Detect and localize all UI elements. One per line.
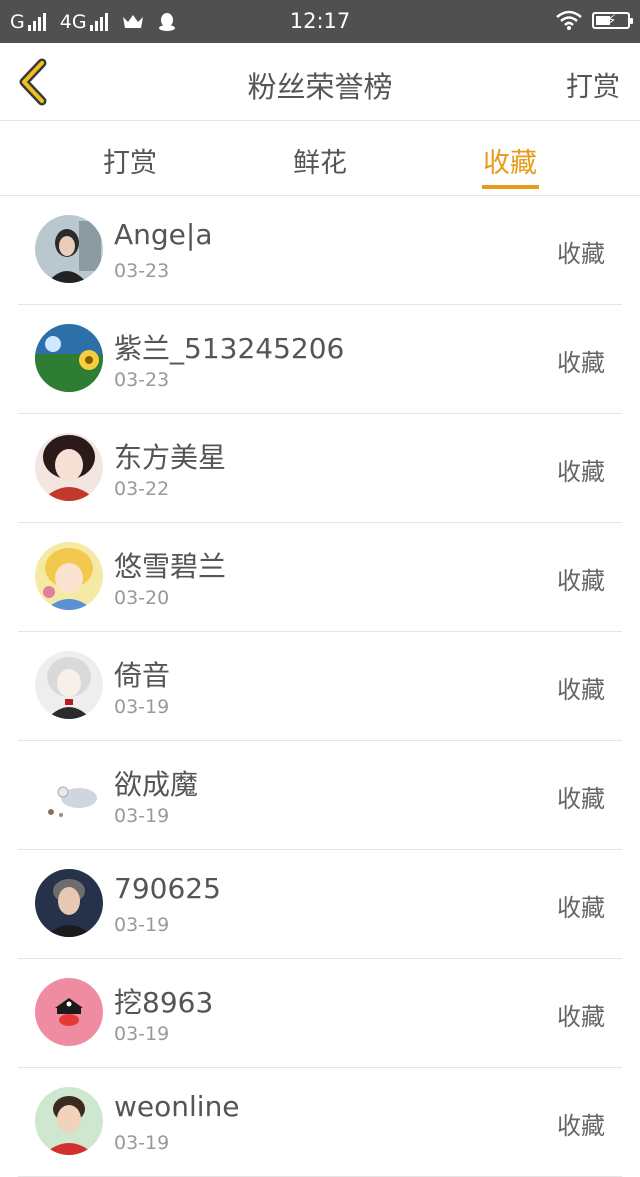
favorite-label: 收藏 xyxy=(557,894,605,922)
fan-name: 挖8963 xyxy=(114,986,214,1019)
favorite-label: 收藏 xyxy=(557,1003,605,1031)
wifi-icon xyxy=(556,10,582,30)
fan-name: Ange|a xyxy=(114,218,213,251)
clock: 12:17 xyxy=(289,9,351,33)
favorite-label: 收藏 xyxy=(557,240,605,268)
fan-date: 03-23 xyxy=(114,369,170,391)
fan-date: 03-19 xyxy=(114,696,170,718)
fan-date: 03-19 xyxy=(114,1132,170,1154)
favorite-label: 收藏 xyxy=(557,349,605,377)
avatar[interactable] xyxy=(35,978,103,1046)
fan-date: 03-20 xyxy=(114,587,170,609)
favorite-label: 收藏 xyxy=(557,567,605,595)
favorite-label: 收藏 xyxy=(557,785,605,813)
page-title: 粉丝荣誉榜 xyxy=(247,70,393,104)
avatar[interactable] xyxy=(35,542,103,610)
tab-favorites[interactable]: 收藏 xyxy=(450,141,570,180)
avatar[interactable] xyxy=(35,324,103,392)
avatar[interactable] xyxy=(35,651,103,719)
fan-name: weonline xyxy=(114,1090,240,1123)
fan-name: 欲成魔 xyxy=(114,768,199,801)
list-item[interactable]: 紫兰_513245206 03-23 收藏 xyxy=(18,305,622,414)
fan-name: 倚音 xyxy=(114,659,171,692)
favorite-label: 收藏 xyxy=(557,676,605,704)
list-item[interactable]: 东方美星 03-22 收藏 xyxy=(18,414,622,523)
list-item[interactable]: 欲成魔 03-19 收藏 xyxy=(18,741,622,850)
favorite-label: 收藏 xyxy=(557,1112,605,1140)
fan-date: 03-19 xyxy=(114,1023,170,1045)
status-right: ⚡ xyxy=(556,10,633,30)
list-item[interactable]: 790625 03-19 收藏 xyxy=(18,850,622,959)
list-item[interactable]: 倚音 03-19 收藏 xyxy=(18,632,622,741)
favorite-label: 收藏 xyxy=(557,458,605,486)
fan-list: Ange|a 03-23 收藏 紫兰_513245206 03-23 收藏 东方… xyxy=(18,196,622,1177)
fan-date: 03-22 xyxy=(114,478,170,500)
fan-name: 790625 xyxy=(114,872,221,905)
tab-bar: 打赏 鲜花 收藏 xyxy=(0,121,640,196)
battery-icon: ⚡ xyxy=(592,11,633,29)
active-tab-indicator xyxy=(482,185,539,189)
list-item[interactable]: 挖8963 03-19 收藏 xyxy=(18,959,622,1068)
tip-button[interactable]: 打赏 xyxy=(566,65,620,104)
list-item[interactable]: 悠雪碧兰 03-20 收藏 xyxy=(18,523,622,632)
app-header: 粉丝荣誉榜 打赏 xyxy=(0,43,640,121)
list-item[interactable]: weonline 03-19 收藏 xyxy=(18,1068,622,1177)
avatar[interactable] xyxy=(35,433,103,501)
avatar[interactable] xyxy=(35,869,103,937)
avatar[interactable] xyxy=(35,1087,103,1155)
avatar[interactable] xyxy=(35,760,103,828)
tab-flowers[interactable]: 鲜花 xyxy=(260,141,380,180)
fan-name: 紫兰_513245206 xyxy=(114,332,345,365)
fan-date: 03-23 xyxy=(114,260,170,282)
fan-date: 03-19 xyxy=(114,914,170,936)
fan-name: 悠雪碧兰 xyxy=(114,550,227,583)
fan-date: 03-19 xyxy=(114,805,170,827)
list-item[interactable]: Ange|a 03-23 收藏 xyxy=(18,196,622,305)
tab-tip[interactable]: 打赏 xyxy=(70,141,190,180)
avatar[interactable] xyxy=(35,215,103,283)
fan-name: 东方美星 xyxy=(114,441,227,474)
status-bar: G 4G 12:17 ⚡ xyxy=(0,0,640,43)
